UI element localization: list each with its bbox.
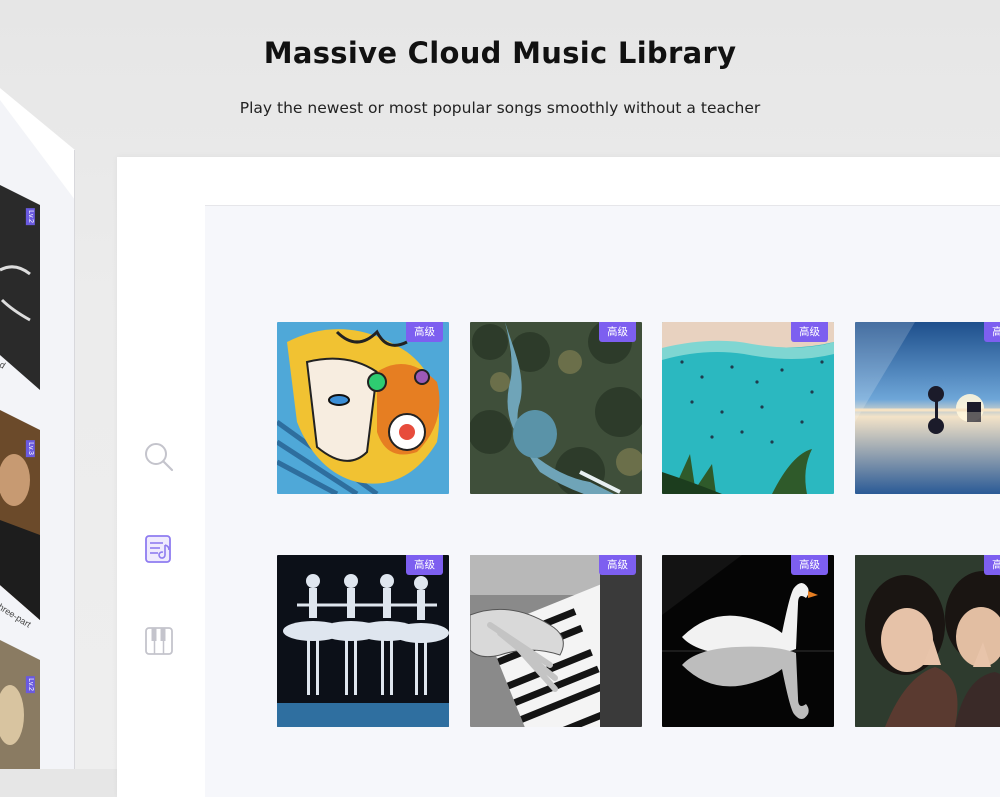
- song-card[interactable]: 高级: [277, 322, 449, 494]
- page-subtitle: Play the newest or most popular songs sm…: [239, 99, 761, 117]
- level-badge: 高级: [791, 555, 828, 575]
- song-card[interactable]: 高级: [470, 555, 642, 727]
- song-card[interactable]: 高级: [470, 322, 642, 494]
- song-card[interactable]: 高级: [277, 555, 449, 727]
- app-screen: 高级 高级 高级 高 高级 高级 高级 高: [117, 157, 1000, 797]
- level-badge: 高级: [984, 555, 1000, 575]
- swan-reflection-art: [662, 555, 834, 727]
- side-card-badge: Lv.2: [25, 208, 35, 225]
- side-tablet-frame: [0, 88, 75, 769]
- song-card[interactable]: 高级: [855, 555, 1000, 727]
- level-badge: 高级: [599, 555, 636, 575]
- side-tablet: Lv.2 Lv.3 Lv.2 d three-part: [0, 0, 75, 769]
- library-grid: 高级 高级 高级 高 高级 高级 高级 高: [205, 205, 1000, 797]
- beach-with-swimmers-art: [662, 322, 834, 494]
- ballet-dancers-art: [277, 555, 449, 727]
- aerial-river-forest-art: [470, 322, 642, 494]
- page-title: Massive Cloud Music Library: [263, 36, 737, 70]
- piano-keys-icon[interactable]: [143, 625, 175, 657]
- hands-on-piano-art: [470, 555, 642, 727]
- song-card[interactable]: 高级: [662, 555, 834, 727]
- level-badge: 高级: [599, 322, 636, 342]
- level-badge: 高级: [791, 322, 828, 342]
- level-badge: 高级: [406, 555, 443, 575]
- song-card[interactable]: 高级: [855, 322, 1000, 494]
- sky-reflection-tree-art: [855, 322, 1000, 494]
- level-badge: 高级: [406, 322, 443, 342]
- side-card-badge: Lv.3: [25, 440, 35, 457]
- colorful-illustration-face-art: [277, 322, 449, 494]
- song-card[interactable]: 高级: [662, 322, 834, 494]
- sidebar: [117, 157, 203, 797]
- music-sheet-icon[interactable]: [143, 533, 175, 565]
- level-badge: 高级: [984, 322, 1000, 342]
- side-card-badge: Lv.2: [25, 676, 35, 693]
- search-icon[interactable]: [143, 441, 175, 473]
- couple-praying-art: [855, 555, 1000, 727]
